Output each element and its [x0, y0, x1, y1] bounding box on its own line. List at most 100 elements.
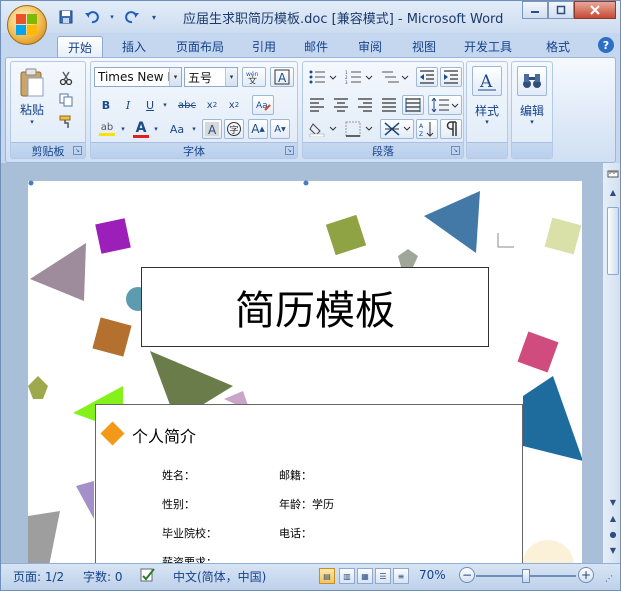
- zoom-slider[interactable]: [476, 569, 576, 583]
- paste-button[interactable]: 粘贴 ▾: [15, 66, 49, 128]
- highlight-dropdown[interactable]: ▾: [118, 118, 128, 140]
- clipboard-dialog-launcher[interactable]: ↘: [73, 146, 82, 155]
- phonetic-guide-button[interactable]: wén 文: [242, 67, 266, 87]
- font-color-button[interactable]: A: [131, 118, 151, 140]
- undo-button[interactable]: [81, 7, 103, 27]
- minimize-button[interactable]: [522, 1, 548, 19]
- format-painter-button[interactable]: [55, 112, 77, 132]
- multilevel-list-button[interactable]: [378, 67, 412, 87]
- print-layout-view-button[interactable]: ▤: [319, 568, 335, 584]
- close-button[interactable]: [574, 1, 616, 19]
- vertical-scrollbar[interactable]: ▲ ▼ ▲ ● ▼: [602, 163, 620, 563]
- bold-button[interactable]: B: [96, 95, 116, 115]
- save-button[interactable]: [55, 7, 77, 27]
- zoom-out-button[interactable]: −: [459, 567, 475, 583]
- align-right-button[interactable]: [354, 95, 376, 115]
- document-page[interactable]: 简历模板 个人简介 姓名： 邮籍： 性别： 年龄：学历 毕业院校： 电话： 薪资…: [28, 181, 582, 571]
- subscript-button[interactable]: x2: [202, 95, 222, 115]
- borders-button[interactable]: [342, 119, 376, 139]
- cut-button[interactable]: [55, 68, 77, 88]
- profile-section-box[interactable]: 个人简介 姓名： 邮籍： 性别： 年龄：学历 毕业院校： 电话： 薪资要求：: [95, 404, 523, 571]
- redo-button[interactable]: [121, 7, 143, 27]
- customize-qat-dropdown[interactable]: ▾: [147, 7, 161, 27]
- zoom-slider-thumb[interactable]: [522, 569, 530, 583]
- font-dialog-launcher[interactable]: ↘: [285, 146, 294, 155]
- shading-button[interactable]: [306, 119, 340, 139]
- previous-page-button[interactable]: ▲: [606, 511, 620, 525]
- tab-references[interactable]: 引用: [241, 36, 287, 57]
- tab-insert[interactable]: 插入: [109, 36, 159, 57]
- next-page-button[interactable]: ▼: [606, 543, 620, 557]
- sort-button[interactable]: AZ: [416, 119, 438, 139]
- shrink-font-button[interactable]: A ▼: [270, 119, 290, 139]
- line-spacing-button[interactable]: [428, 95, 462, 115]
- editing-dropdown-arrow[interactable]: ▾: [512, 118, 552, 126]
- show-hide-marks-button[interactable]: [440, 119, 462, 139]
- office-button[interactable]: [7, 5, 47, 45]
- quick-styles-button[interactable]: A: [472, 66, 502, 96]
- change-case-dropdown[interactable]: ▾: [189, 118, 199, 140]
- clear-formatting-button[interactable]: Aa: [252, 95, 274, 115]
- tab-home[interactable]: 开始: [57, 36, 103, 57]
- resume-title-box[interactable]: 简历模板: [141, 267, 489, 347]
- ruler-toggle-button[interactable]: [606, 167, 620, 181]
- paragraph-dialog-launcher[interactable]: ↘: [451, 146, 460, 155]
- align-center-icon: [334, 98, 348, 112]
- change-case-button[interactable]: Aa: [165, 118, 189, 140]
- font-color-dropdown[interactable]: ▾: [151, 118, 161, 140]
- select-browse-object-button[interactable]: ●: [606, 527, 620, 541]
- increase-indent-button[interactable]: [440, 67, 462, 87]
- italic-button[interactable]: I: [118, 95, 138, 115]
- language-indicator[interactable]: 中文(简体，中国): [173, 568, 266, 585]
- underline-button[interactable]: U: [140, 95, 160, 115]
- align-center-button[interactable]: [330, 95, 352, 115]
- tab-page-layout[interactable]: 页面布局: [165, 36, 235, 57]
- distributed-button[interactable]: [402, 95, 424, 115]
- highlight-button[interactable]: ab: [96, 118, 118, 140]
- web-layout-view-button[interactable]: ▦: [357, 568, 373, 584]
- full-screen-reading-view-button[interactable]: ▥: [339, 568, 355, 584]
- tab-mailings[interactable]: 邮件: [293, 36, 339, 57]
- bullets-button[interactable]: [306, 67, 340, 87]
- tab-review[interactable]: 审阅: [345, 36, 395, 57]
- zoom-in-button[interactable]: +: [578, 567, 594, 583]
- scroll-down-button[interactable]: ▼: [606, 495, 620, 509]
- decrease-indent-button[interactable]: [416, 67, 438, 87]
- superscript-button[interactable]: x2: [224, 95, 244, 115]
- align-left-button[interactable]: [306, 95, 328, 115]
- find-replace-button[interactable]: [517, 66, 547, 96]
- zoom-level[interactable]: 70%: [419, 568, 446, 582]
- proofing-icon[interactable]: [139, 566, 157, 587]
- scrollbar-thumb[interactable]: [607, 207, 619, 275]
- restore-button[interactable]: [548, 1, 574, 19]
- chinese-layout-button[interactable]: [380, 119, 414, 139]
- grow-font-button[interactable]: A ▲: [248, 119, 268, 139]
- font-name-combo[interactable]: Times New R ▾: [94, 67, 182, 87]
- outline-view-button[interactable]: ☰: [375, 568, 391, 584]
- draft-view-button[interactable]: ≡: [393, 568, 409, 584]
- ruler-icon: [607, 170, 619, 178]
- font-size-dropdown-arrow[interactable]: ▾: [225, 68, 237, 86]
- resize-grip-icon[interactable]: ⋰: [605, 574, 613, 583]
- strikethrough-button[interactable]: abc: [174, 95, 200, 115]
- tab-view[interactable]: 视图: [401, 36, 447, 57]
- underline-dropdown[interactable]: ▾: [160, 95, 170, 115]
- help-icon[interactable]: ?: [598, 37, 614, 53]
- page-indicator[interactable]: 页面: 1/2: [13, 568, 64, 585]
- tab-developer[interactable]: 开发工具: [453, 36, 523, 57]
- copy-button[interactable]: [55, 90, 77, 110]
- enclose-characters-button[interactable]: 字: [224, 119, 244, 139]
- justify-button[interactable]: [378, 95, 400, 115]
- styles-dropdown-arrow[interactable]: ▾: [467, 118, 507, 126]
- character-shading-button[interactable]: A: [202, 119, 222, 139]
- paragraph-group-label: 段落: [303, 142, 463, 158]
- word-count[interactable]: 字数: 0: [83, 568, 123, 585]
- font-size-combo[interactable]: 五号 ▾: [184, 67, 238, 87]
- character-border-button[interactable]: A: [270, 67, 294, 87]
- scroll-up-button[interactable]: ▲: [606, 185, 620, 199]
- undo-dropdown[interactable]: ▾: [107, 7, 117, 27]
- tab-format[interactable]: 格式: [535, 36, 581, 57]
- font-name-dropdown-arrow[interactable]: ▾: [169, 68, 181, 86]
- decoration-star: [398, 249, 418, 267]
- numbering-button[interactable]: 123: [342, 67, 376, 87]
